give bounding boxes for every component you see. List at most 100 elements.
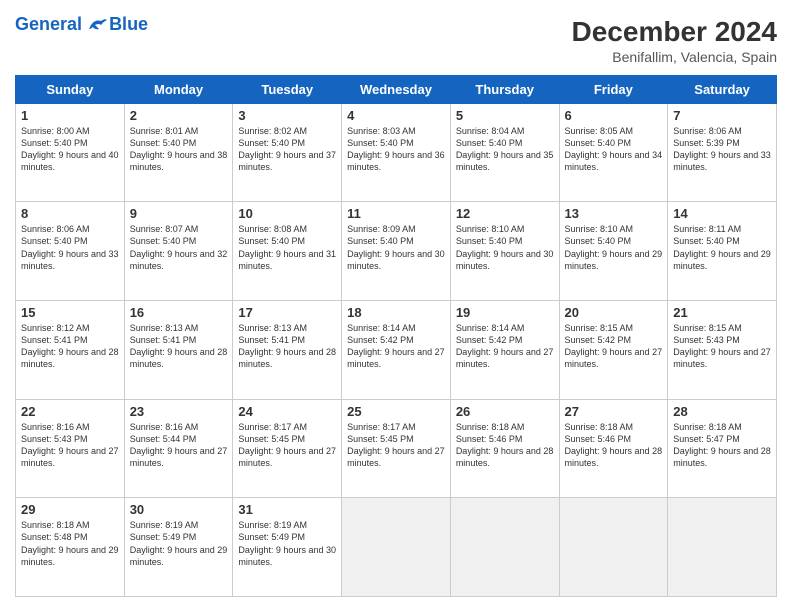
day-info: Sunrise: 8:10 AMSunset: 5:40 PMDaylight:… xyxy=(565,223,663,272)
day-info: Sunrise: 8:18 AMSunset: 5:47 PMDaylight:… xyxy=(673,421,771,470)
day-number: 23 xyxy=(130,404,228,419)
day-number: 28 xyxy=(673,404,771,419)
page-title: December 2024 xyxy=(572,15,777,49)
calendar-week-row: 15 Sunrise: 8:12 AMSunset: 5:41 PMDayligh… xyxy=(16,300,777,399)
table-row: 10Sunrise: 8:08 AMSunset: 5:40 PMDayligh… xyxy=(233,202,342,301)
calendar-header-row: Sunday Monday Tuesday Wednesday Thursday… xyxy=(16,75,777,103)
calendar-week-row: 22 Sunrise: 8:16 AMSunset: 5:43 PMDayligh… xyxy=(16,399,777,498)
table-row: 22 Sunrise: 8:16 AMSunset: 5:43 PMDayligh… xyxy=(16,399,125,498)
day-info: Sunrise: 8:03 AMSunset: 5:40 PMDaylight:… xyxy=(347,125,445,174)
col-sunday: Sunday xyxy=(16,75,125,103)
day-info: Sunrise: 8:07 AMSunset: 5:40 PMDaylight:… xyxy=(130,223,228,272)
calendar-week-row: 29 Sunrise: 8:18 AMSunset: 5:48 PMDayligh… xyxy=(16,498,777,597)
day-info: Sunrise: 8:05 AMSunset: 5:40 PMDaylight:… xyxy=(565,125,663,174)
table-row: 21 Sunrise: 8:15 AMSunset: 5:43 PMDayligh… xyxy=(668,300,777,399)
day-number: 7 xyxy=(673,108,771,123)
table-row: 6 Sunrise: 8:05 AMSunset: 5:40 PMDaylight… xyxy=(559,103,668,202)
day-info: Sunrise: 8:13 AMSunset: 5:41 PMDaylight:… xyxy=(130,322,228,371)
logo-text: General xyxy=(15,15,107,35)
day-info: Sunrise: 8:15 AMSunset: 5:42 PMDaylight:… xyxy=(565,322,663,371)
day-number: 26 xyxy=(456,404,554,419)
day-number: 3 xyxy=(238,108,336,123)
day-info: Sunrise: 8:16 AMSunset: 5:43 PMDaylight:… xyxy=(21,421,119,470)
table-row xyxy=(342,498,451,597)
table-row: 4Sunrise: 8:03 AMSunset: 5:40 PMDaylight… xyxy=(342,103,451,202)
day-number: 30 xyxy=(130,502,228,517)
day-info: Sunrise: 8:09 AMSunset: 5:40 PMDaylight:… xyxy=(347,223,445,272)
logo-blue: Blue xyxy=(109,15,148,35)
col-thursday: Thursday xyxy=(450,75,559,103)
day-info: Sunrise: 8:06 AMSunset: 5:39 PMDaylight:… xyxy=(673,125,771,174)
day-info: Sunrise: 8:10 AMSunset: 5:40 PMDaylight:… xyxy=(456,223,554,272)
day-number: 2 xyxy=(130,108,228,123)
table-row: 15 Sunrise: 8:12 AMSunset: 5:41 PMDayligh… xyxy=(16,300,125,399)
day-info: Sunrise: 8:18 AMSunset: 5:48 PMDaylight:… xyxy=(21,519,119,568)
day-info: Sunrise: 8:18 AMSunset: 5:46 PMDaylight:… xyxy=(456,421,554,470)
header: General Blue December 2024 Benifallim, V… xyxy=(15,15,777,65)
table-row: 17Sunrise: 8:13 AMSunset: 5:41 PMDayligh… xyxy=(233,300,342,399)
table-row: 26 Sunrise: 8:18 AMSunset: 5:46 PMDayligh… xyxy=(450,399,559,498)
day-number: 16 xyxy=(130,305,228,320)
col-saturday: Saturday xyxy=(668,75,777,103)
day-info: Sunrise: 8:17 AMSunset: 5:45 PMDaylight:… xyxy=(347,421,445,470)
day-number: 1 xyxy=(21,108,119,123)
day-number: 22 xyxy=(21,404,119,419)
day-number: 21 xyxy=(673,305,771,320)
day-number: 13 xyxy=(565,206,663,221)
logo-general: General xyxy=(15,14,82,34)
col-tuesday: Tuesday xyxy=(233,75,342,103)
col-monday: Monday xyxy=(124,75,233,103)
table-row: 30 Sunrise: 8:19 AMSunset: 5:49 PMDayligh… xyxy=(124,498,233,597)
day-info: Sunrise: 8:04 AMSunset: 5:40 PMDaylight:… xyxy=(456,125,554,174)
day-number: 15 xyxy=(21,305,119,320)
day-info: Sunrise: 8:06 AMSunset: 5:40 PMDaylight:… xyxy=(21,223,119,272)
calendar-week-row: 8Sunrise: 8:06 AMSunset: 5:40 PMDaylight… xyxy=(16,202,777,301)
table-row: 13 Sunrise: 8:10 AMSunset: 5:40 PMDayligh… xyxy=(559,202,668,301)
table-row: 23 Sunrise: 8:16 AMSunset: 5:44 PMDayligh… xyxy=(124,399,233,498)
col-wednesday: Wednesday xyxy=(342,75,451,103)
day-info: Sunrise: 8:12 AMSunset: 5:41 PMDaylight:… xyxy=(21,322,119,371)
day-info: Sunrise: 8:01 AMSunset: 5:40 PMDaylight:… xyxy=(130,125,228,174)
table-row: 5 Sunrise: 8:04 AMSunset: 5:40 PMDaylight… xyxy=(450,103,559,202)
day-number: 20 xyxy=(565,305,663,320)
table-row: 9Sunrise: 8:07 AMSunset: 5:40 PMDaylight… xyxy=(124,202,233,301)
table-row: 8Sunrise: 8:06 AMSunset: 5:40 PMDaylight… xyxy=(16,202,125,301)
table-row: 29 Sunrise: 8:18 AMSunset: 5:48 PMDayligh… xyxy=(16,498,125,597)
title-block: December 2024 Benifallim, Valencia, Spai… xyxy=(572,15,777,65)
logo: General Blue xyxy=(15,15,148,35)
day-info: Sunrise: 8:11 AMSunset: 5:40 PMDaylight:… xyxy=(673,223,771,272)
table-row: 7 Sunrise: 8:06 AMSunset: 5:39 PMDaylight… xyxy=(668,103,777,202)
day-info: Sunrise: 8:15 AMSunset: 5:43 PMDaylight:… xyxy=(673,322,771,371)
day-number: 5 xyxy=(456,108,554,123)
day-info: Sunrise: 8:14 AMSunset: 5:42 PMDaylight:… xyxy=(347,322,445,371)
calendar-week-row: 1 Sunrise: 8:00 AMSunset: 5:40 PMDaylight… xyxy=(16,103,777,202)
day-number: 14 xyxy=(673,206,771,221)
table-row: 20 Sunrise: 8:15 AMSunset: 5:42 PMDayligh… xyxy=(559,300,668,399)
day-info: Sunrise: 8:02 AMSunset: 5:40 PMDaylight:… xyxy=(238,125,336,174)
table-row: 24Sunrise: 8:17 AMSunset: 5:45 PMDayligh… xyxy=(233,399,342,498)
day-info: Sunrise: 8:17 AMSunset: 5:45 PMDaylight:… xyxy=(238,421,336,470)
table-row xyxy=(559,498,668,597)
table-row: 14 Sunrise: 8:11 AMSunset: 5:40 PMDayligh… xyxy=(668,202,777,301)
table-row: 19 Sunrise: 8:14 AMSunset: 5:42 PMDayligh… xyxy=(450,300,559,399)
day-number: 29 xyxy=(21,502,119,517)
table-row: 27 Sunrise: 8:18 AMSunset: 5:46 PMDayligh… xyxy=(559,399,668,498)
day-info: Sunrise: 8:18 AMSunset: 5:46 PMDaylight:… xyxy=(565,421,663,470)
day-info: Sunrise: 8:13 AMSunset: 5:41 PMDaylight:… xyxy=(238,322,336,371)
table-row: 3 Sunrise: 8:02 AMSunset: 5:40 PMDaylight… xyxy=(233,103,342,202)
table-row: 11 Sunrise: 8:09 AMSunset: 5:40 PMDayligh… xyxy=(342,202,451,301)
day-info: Sunrise: 8:14 AMSunset: 5:42 PMDaylight:… xyxy=(456,322,554,371)
day-number: 10 xyxy=(238,206,336,221)
page-subtitle: Benifallim, Valencia, Spain xyxy=(572,49,777,65)
day-number: 6 xyxy=(565,108,663,123)
day-number: 11 xyxy=(347,206,445,221)
day-number: 19 xyxy=(456,305,554,320)
day-number: 27 xyxy=(565,404,663,419)
day-info: Sunrise: 8:19 AMSunset: 5:49 PMDaylight:… xyxy=(130,519,228,568)
page: General Blue December 2024 Benifallim, V… xyxy=(0,0,792,612)
day-number: 25 xyxy=(347,404,445,419)
table-row: 28 Sunrise: 8:18 AMSunset: 5:47 PMDayligh… xyxy=(668,399,777,498)
day-info: Sunrise: 8:16 AMSunset: 5:44 PMDaylight:… xyxy=(130,421,228,470)
day-info: Sunrise: 8:19 AMSunset: 5:49 PMDaylight:… xyxy=(238,519,336,568)
day-info: Sunrise: 8:00 AMSunset: 5:40 PMDaylight:… xyxy=(21,125,119,174)
